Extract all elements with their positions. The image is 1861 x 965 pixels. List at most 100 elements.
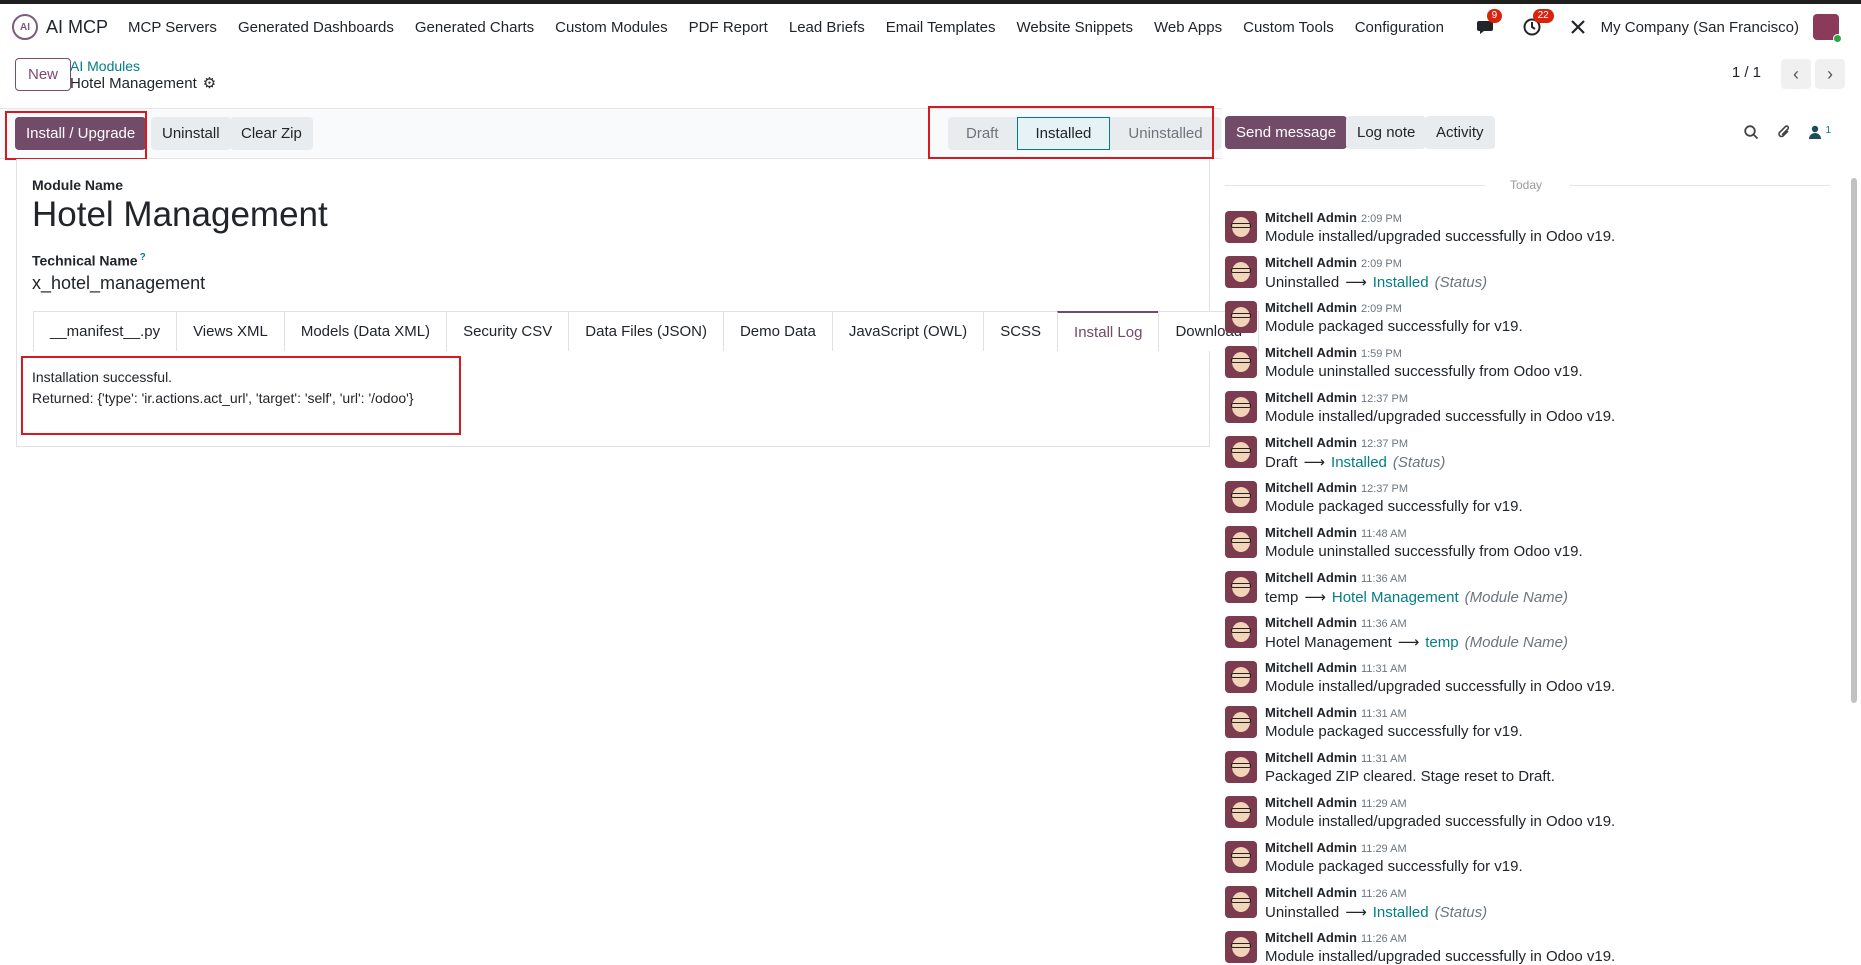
stage-installed[interactable]: Installed: [1016, 117, 1111, 150]
message-author[interactable]: Mitchell Admin: [1265, 750, 1357, 765]
tab-javascript-owl[interactable]: JavaScript (OWL): [831, 311, 985, 351]
tab-models-data-xml[interactable]: Models (Data XML): [283, 311, 448, 351]
help-tooltip-icon[interactable]: ?: [140, 252, 146, 263]
send-message-button[interactable]: Send message: [1225, 116, 1348, 149]
message-time: 11:26 AM: [1360, 888, 1407, 900]
nav-item[interactable]: Email Templates: [886, 19, 996, 36]
tab-demo-data[interactable]: Demo Data: [722, 311, 833, 351]
technical-name-field[interactable]: x_hotel_management: [32, 273, 205, 294]
gear-icon[interactable]: ⚙: [203, 74, 216, 92]
stage-draft[interactable]: Draft: [948, 117, 1017, 150]
new-value: Installed: [1331, 454, 1387, 471]
author-avatar[interactable]: [1225, 346, 1257, 378]
message-author-line: Mitchell Admin 11:29 AM: [1265, 795, 1407, 810]
uninstall-button[interactable]: Uninstall: [151, 117, 231, 150]
tab-data-files-json[interactable]: Data Files (JSON): [568, 311, 724, 351]
author-avatar[interactable]: [1225, 706, 1257, 738]
chatter-icons: 1: [1726, 124, 1831, 144]
tab-security-csv[interactable]: Security CSV: [446, 311, 570, 351]
message-body: Module installed/upgraded successfully i…: [1265, 678, 1616, 695]
activity-button[interactable]: Activity: [1425, 116, 1495, 149]
install-upgrade-button[interactable]: Install / Upgrade: [15, 117, 147, 150]
nav-menu: MCP Servers Generated Dashboards Generated…: [128, 19, 1465, 36]
author-avatar[interactable]: [1225, 661, 1257, 693]
author-avatar[interactable]: [1225, 841, 1257, 873]
message-body: Module packaged successfully for v19.: [1265, 318, 1523, 335]
message-author[interactable]: Mitchell Admin: [1265, 705, 1357, 720]
nav-item[interactable]: PDF Report: [689, 19, 768, 36]
message-author[interactable]: Mitchell Admin: [1265, 795, 1357, 810]
author-avatar[interactable]: [1225, 211, 1257, 243]
breadcrumb-ai-modules[interactable]: AI Modules: [70, 58, 140, 74]
author-avatar[interactable]: [1225, 571, 1257, 603]
activities-badge: 22: [1532, 9, 1554, 23]
activities-clock-icon[interactable]: 22: [1521, 9, 1554, 38]
author-avatar[interactable]: [1225, 526, 1257, 558]
nav-item[interactable]: Web Apps: [1154, 19, 1222, 36]
author-avatar[interactable]: [1225, 391, 1257, 423]
author-avatar[interactable]: [1225, 301, 1257, 333]
message-author[interactable]: Mitchell Admin: [1265, 525, 1357, 540]
chatter-message: Mitchell Admin 11:29 AM Module installed/u…: [1225, 793, 1825, 838]
nav-item[interactable]: Custom Modules: [555, 19, 668, 36]
messaging-icon[interactable]: 9: [1475, 9, 1503, 38]
nav-item[interactable]: MCP Servers: [128, 19, 217, 36]
message-body: Module packaged successfully for v19.: [1265, 498, 1523, 515]
message-author[interactable]: Mitchell Admin: [1265, 885, 1357, 900]
messages-badge: 9: [1486, 9, 1503, 23]
app-name[interactable]: AI MCP: [46, 17, 108, 38]
nav-item[interactable]: Generated Dashboards: [238, 19, 394, 36]
message-author[interactable]: Mitchell Admin: [1265, 390, 1357, 405]
author-avatar[interactable]: [1225, 931, 1257, 963]
chatter-scrollbar[interactable]: [1851, 178, 1857, 703]
nav-item[interactable]: Lead Briefs: [789, 19, 865, 36]
tracking-value: temp ⟶ Hotel Management (Module Name): [1265, 588, 1568, 606]
paperclip-icon[interactable]: [1777, 124, 1791, 144]
log-note-button[interactable]: Log note: [1346, 116, 1427, 149]
app-logo-icon[interactable]: AI: [12, 14, 38, 40]
message-author[interactable]: Mitchell Admin: [1265, 345, 1357, 360]
debug-tools-icon[interactable]: [1567, 16, 1589, 38]
message-author[interactable]: Mitchell Admin: [1265, 570, 1357, 585]
message-author[interactable]: Mitchell Admin: [1265, 435, 1357, 450]
pager-previous-button[interactable]: ‹: [1781, 59, 1811, 89]
tab-manifest-py[interactable]: __manifest__.py: [33, 311, 178, 351]
company-switcher[interactable]: My Company (San Francisco): [1601, 19, 1799, 36]
new-button[interactable]: New: [15, 58, 72, 91]
tab-install-log[interactable]: Install Log: [1057, 311, 1160, 351]
tab-views-xml[interactable]: Views XML: [176, 311, 285, 351]
message-author[interactable]: Mitchell Admin: [1265, 615, 1357, 630]
clear-zip-button[interactable]: Clear Zip: [230, 117, 313, 150]
message-author-line: Mitchell Admin 2:09 PM: [1265, 210, 1402, 225]
message-author[interactable]: Mitchell Admin: [1265, 930, 1357, 945]
author-avatar[interactable]: [1225, 256, 1257, 288]
nav-item[interactable]: Website Snippets: [1017, 19, 1133, 36]
user-avatar[interactable]: [1813, 14, 1842, 43]
nav-item[interactable]: Custom Tools: [1243, 19, 1334, 36]
technical-name-label-text: Technical Name: [32, 252, 138, 269]
chatter-message: Mitchell Admin 12:37 PM Module installed/u…: [1225, 388, 1825, 433]
author-avatar[interactable]: [1225, 481, 1257, 513]
nav-item[interactable]: Generated Charts: [415, 19, 534, 36]
message-author[interactable]: Mitchell Admin: [1265, 300, 1357, 315]
search-icon[interactable]: [1744, 124, 1759, 144]
message-author[interactable]: Mitchell Admin: [1265, 840, 1357, 855]
followers-icon[interactable]: 1: [1809, 125, 1831, 143]
tab-scss[interactable]: SCSS: [983, 311, 1059, 351]
chatter-message: Mitchell Admin 11:31 AM Module packaged su…: [1225, 703, 1825, 748]
module-name-field[interactable]: Hotel Management: [32, 195, 328, 235]
author-avatar[interactable]: [1225, 796, 1257, 828]
nav-item[interactable]: Configuration: [1355, 19, 1444, 36]
message-author[interactable]: Mitchell Admin: [1265, 255, 1357, 270]
tracked-field-name: (Status): [1392, 454, 1446, 471]
pager-next-button[interactable]: ›: [1815, 59, 1845, 89]
message-author[interactable]: Mitchell Admin: [1265, 210, 1357, 225]
author-avatar[interactable]: [1225, 886, 1257, 918]
author-avatar[interactable]: [1225, 436, 1257, 468]
pager-value[interactable]: 1 / 1: [1732, 64, 1761, 81]
author-avatar[interactable]: [1225, 751, 1257, 783]
author-avatar[interactable]: [1225, 616, 1257, 648]
message-author[interactable]: Mitchell Admin: [1265, 480, 1357, 495]
message-author[interactable]: Mitchell Admin: [1265, 660, 1357, 675]
stage-uninstalled[interactable]: Uninstalled: [1110, 117, 1221, 150]
